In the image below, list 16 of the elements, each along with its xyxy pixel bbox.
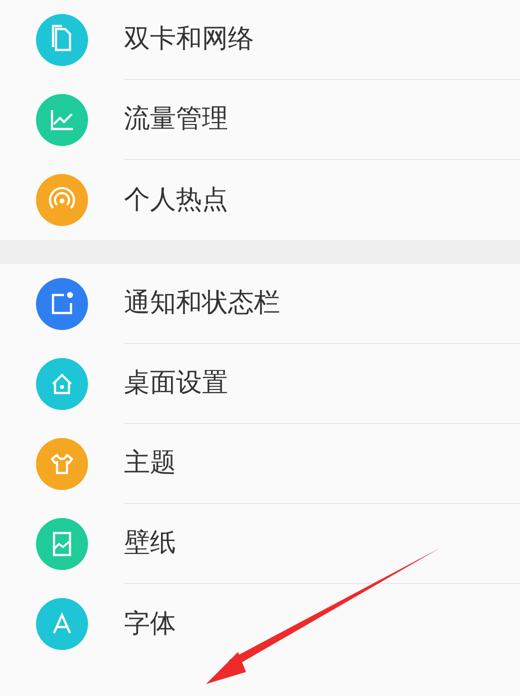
item-label: 双卡和网络 (124, 23, 254, 56)
item-label: 壁纸 (124, 527, 176, 560)
settings-item[interactable]: 主题 (0, 424, 520, 504)
settings-item[interactable]: 个人热点 (0, 160, 520, 240)
item-label: 主题 (124, 447, 176, 480)
settings-item[interactable]: 字体 (0, 584, 520, 664)
item-label: 个人热点 (124, 184, 228, 216)
item-label: 桌面设置 (124, 367, 228, 400)
settings-item[interactable]: 通知和状态栏 (0, 264, 520, 344)
settings-item[interactable]: 流量管理 (0, 80, 520, 160)
settings-item[interactable]: 壁纸 (0, 504, 520, 584)
item-label: 通知和状态栏 (124, 287, 280, 320)
item-label: 字体 (124, 608, 176, 640)
settings-item[interactable]: 双卡和网络 (0, 0, 520, 80)
item-label: 流量管理 (124, 103, 228, 136)
settings-item[interactable]: 桌面设置 (0, 344, 520, 424)
